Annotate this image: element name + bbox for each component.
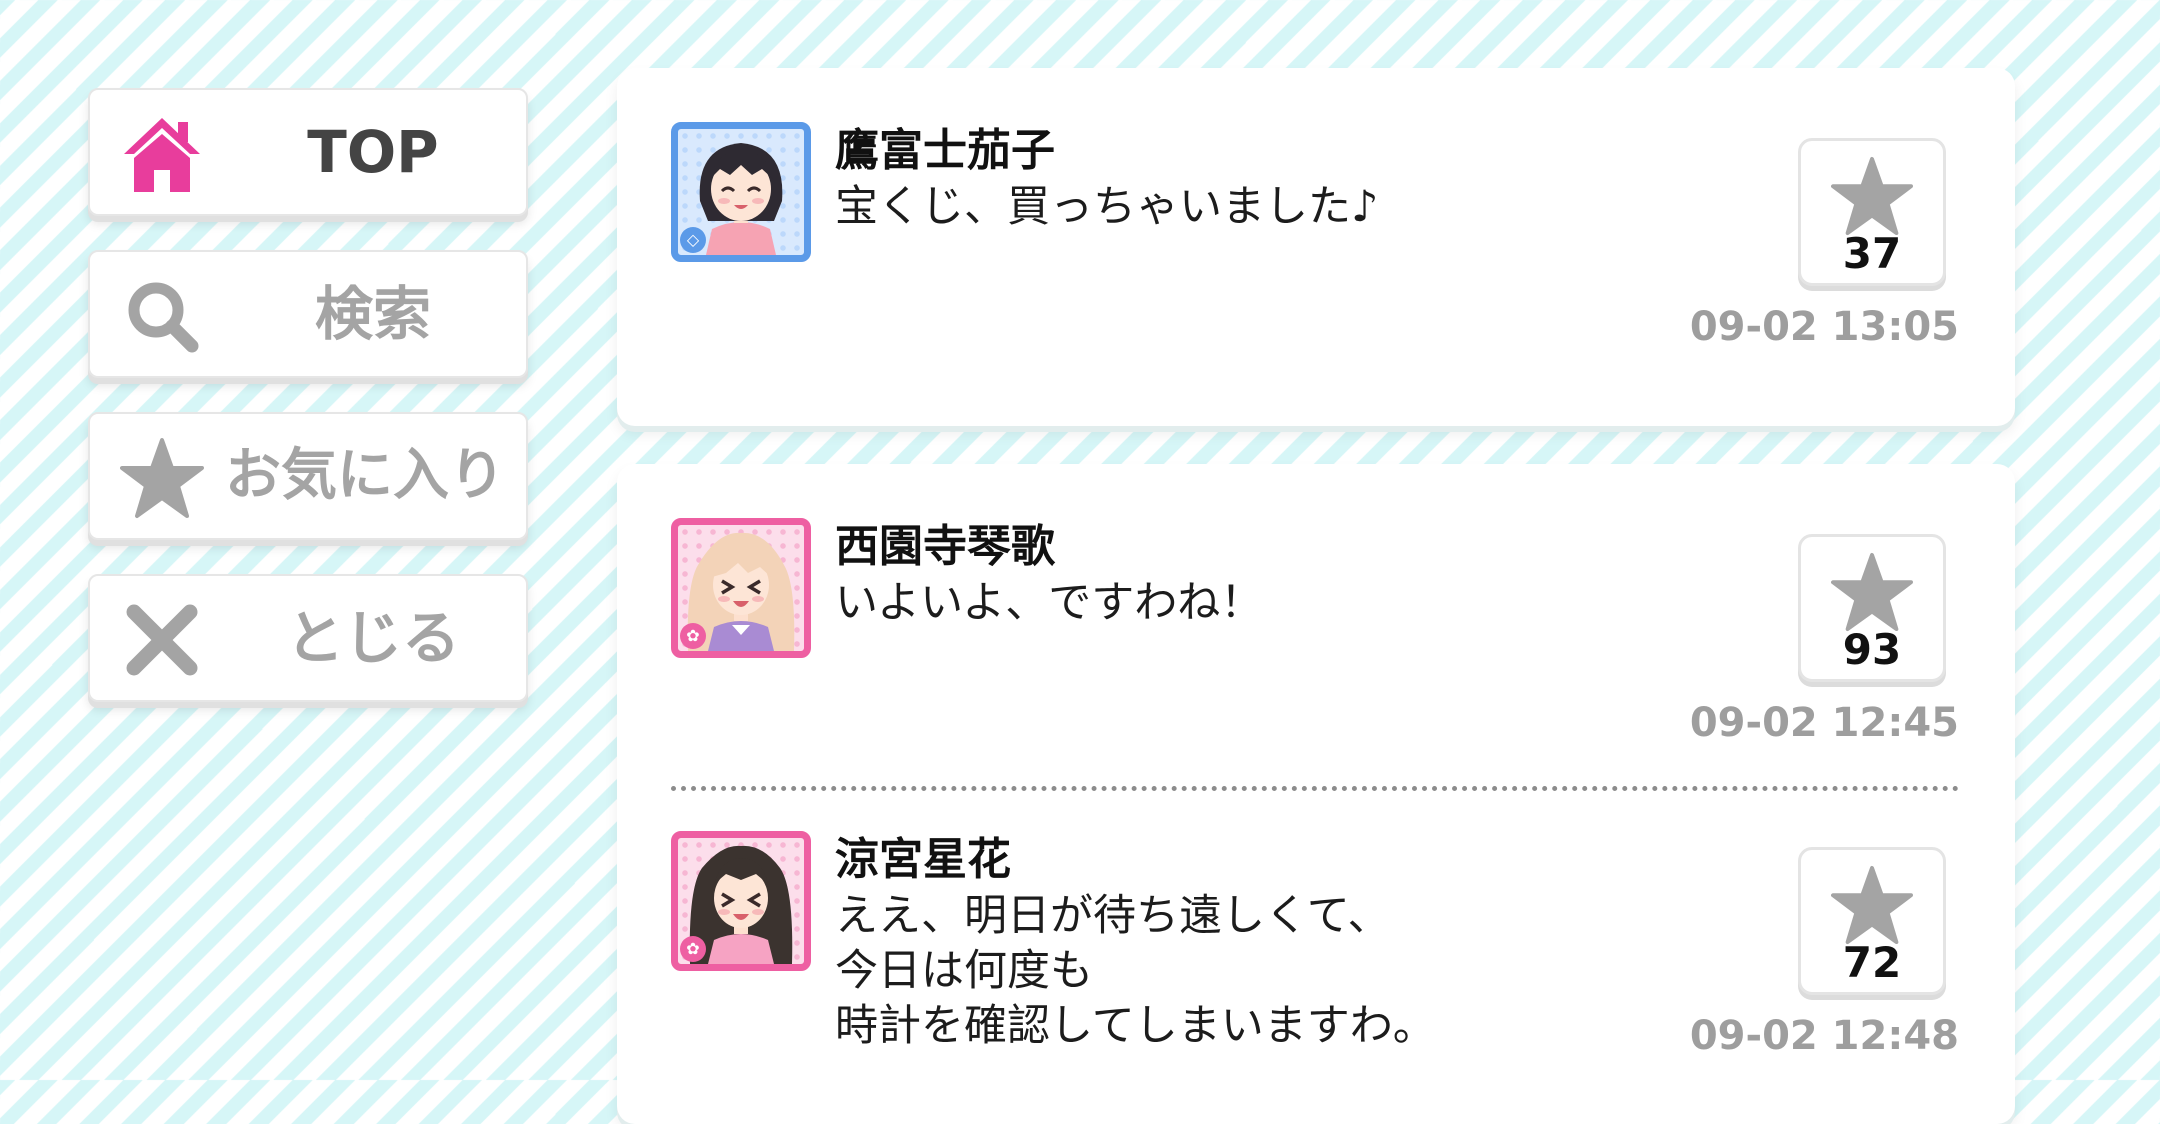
star-icon — [1831, 552, 1913, 632]
flower-icon: ✿ — [680, 936, 706, 962]
diamond-icon: ◇ — [680, 227, 706, 253]
home-icon — [124, 118, 200, 192]
message-line: 宝くじ、買っちゃいました♪ — [835, 182, 1379, 232]
like-count: 37 — [1842, 229, 1902, 278]
poster-name: 西園寺琴歌 — [835, 521, 1055, 572]
post-message: 宝くじ、買っちゃいました♪ — [835, 180, 1378, 235]
menu-top-label: TOP — [307, 118, 439, 186]
search-icon — [128, 282, 199, 353]
star-icon — [1831, 156, 1913, 236]
post-card: ◇ 鷹富士茄子 宝くじ、買っちゃいました♪ 37 09-02 13:05 — [617, 68, 2015, 426]
poster-name: 涼宮星花 — [835, 834, 1011, 885]
menu-search-button[interactable]: 検索 — [88, 250, 528, 378]
post-timestamp: 09-02 12:45 — [1689, 700, 1959, 746]
like-button[interactable]: 37 — [1798, 138, 1946, 286]
message-line: 今日は何度も — [835, 946, 1093, 996]
menu-close-label: とじる — [285, 604, 460, 672]
avatar[interactable]: ✿ — [671, 518, 811, 658]
menu-top-button[interactable]: TOP — [88, 88, 528, 216]
post-message: ええ、明日が待ち遠しくて、 今日は何度も 時計を確認してしまいますわ。 — [835, 889, 1436, 1054]
star-icon — [1831, 865, 1913, 945]
close-icon — [126, 604, 198, 676]
like-count: 93 — [1842, 625, 1902, 674]
like-count: 72 — [1842, 938, 1902, 987]
menu-close-button[interactable]: とじる — [88, 574, 528, 702]
avatar[interactable]: ◇ — [671, 122, 811, 262]
menu-search-label: 検索 — [314, 280, 431, 348]
post-divider — [671, 786, 1959, 791]
side-menu: TOP 検索 お気に入り とじる — [88, 88, 528, 736]
post-timestamp: 09-02 13:05 — [1689, 304, 1959, 350]
like-button[interactable]: 72 — [1798, 847, 1946, 995]
flower-icon: ✿ — [680, 623, 706, 649]
menu-favorites-label: お気に入り — [225, 443, 505, 508]
message-line: 時計を確認してしまいますわ。 — [835, 1001, 1436, 1051]
post-message: いよいよ、ですわね！ — [835, 576, 1263, 631]
poster-name: 鷹富士茄子 — [835, 125, 1055, 176]
avatar[interactable]: ✿ — [671, 831, 811, 971]
star-icon — [120, 438, 204, 518]
menu-favorites-button[interactable]: お気に入り — [88, 412, 528, 540]
like-button[interactable]: 93 — [1798, 534, 1946, 682]
message-line: いよいよ、ですわね！ — [835, 578, 1264, 628]
message-line: ええ、明日が待ち遠しくて、 — [835, 891, 1391, 941]
post-card: ✿ 西園寺琴歌 いよいよ、ですわね！ 93 09-02 12:45 ✿ 涼宮星花… — [617, 464, 2015, 1124]
post-timestamp: 09-02 12:48 — [1689, 1013, 1959, 1059]
